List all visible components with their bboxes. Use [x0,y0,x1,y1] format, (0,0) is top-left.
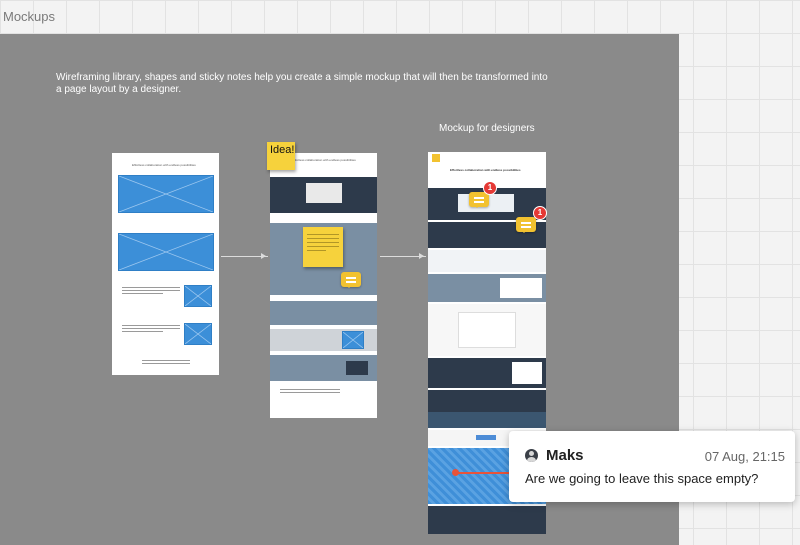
wireframe-heading: Effortless collaboration with endless po… [132,163,196,167]
comment-card[interactable]: Maks 07 Aug, 21:15 Are we going to leave… [509,431,795,502]
wireframe-heading: Effortless collaboration with endless po… [292,158,356,162]
dark-band [270,177,377,213]
flow-arrow [380,253,426,259]
comment-icon[interactable] [516,217,536,233]
light-band [428,250,546,272]
text-block [122,287,180,296]
text-block [280,389,340,395]
image-placeholder [184,323,212,345]
notification-badge: 1 [483,181,497,195]
footer-text [142,360,190,366]
frame-title[interactable]: Mockups [3,9,55,24]
image-placeholder [118,175,214,213]
mockup-heading: Effortless collaboration with endless po… [450,168,521,172]
slate-band [270,301,377,325]
comment-author: Maks [546,447,584,464]
wireframe-page-2[interactable]: Effortless collaboration with endless po… [270,153,377,418]
flow-arrow [221,253,268,259]
comment-icon[interactable] [341,272,361,288]
sticky-note[interactable] [303,227,343,267]
comment-timestamp: 07 Aug, 21:15 [704,449,785,464]
comment-message: Are we going to leave this space empty? [525,471,759,486]
avatar [525,449,538,462]
image-placeholder [118,233,214,271]
sticky-note-idea[interactable]: Idea! [267,142,295,170]
image-placeholder [184,285,212,307]
wireframe-page-1[interactable]: Effortless collaboration with endless po… [112,153,219,375]
mockup-label: Mockup for designers [439,123,535,134]
light-band [428,304,546,356]
slate-band [428,274,546,302]
image-placeholder [342,331,364,349]
dark-band [428,412,546,428]
footer-band [428,506,546,534]
notification-badge: 1 [533,206,547,220]
intro-text: Wireframing library, shapes and sticky n… [56,72,548,95]
text-block [122,325,180,334]
dark-band [428,358,546,388]
